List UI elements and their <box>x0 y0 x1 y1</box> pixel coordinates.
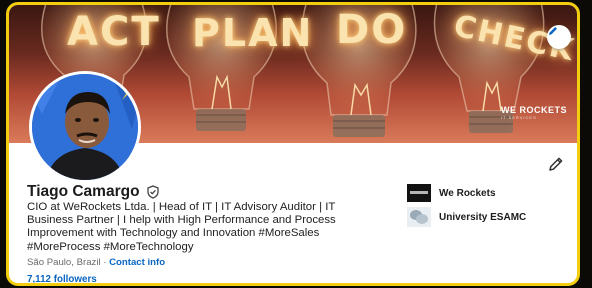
edit-profile-button[interactable] <box>547 155 567 175</box>
location-separator: · <box>100 257 110 268</box>
university-logo-icon <box>407 207 431 227</box>
org-university-esamc[interactable]: University ESAMC <box>407 207 526 227</box>
banner-logo-subtext: IT SERVICES <box>500 115 537 120</box>
banner-word-do: DO <box>336 7 408 53</box>
location-text: São Paulo, Brazil <box>27 257 101 268</box>
banner-logo: WE ROCKETS IT SERVICES <box>501 105 567 120</box>
followers-link[interactable]: 7,112 followers <box>27 274 97 283</box>
university-logo <box>407 207 431 227</box>
shield-check-icon[interactable] <box>146 185 160 199</box>
avatar-photo <box>32 74 138 180</box>
profile-name: Tiago Camargo <box>27 183 140 200</box>
we-rockets-logo-icon <box>407 184 431 202</box>
org-name: We Rockets <box>439 187 496 199</box>
we-rockets-logo <box>407 183 431 203</box>
contact-info-link[interactable]: Contact info <box>109 257 165 268</box>
banner-word-plan: PLAN <box>192 11 314 55</box>
pencil-icon <box>549 27 557 35</box>
org-name: University ESAMC <box>439 211 527 223</box>
banner-word-act: ACT <box>67 9 161 55</box>
name-row: Tiago Camargo <box>27 183 160 201</box>
banner-logo-text: WE ROCKETS <box>500 105 567 115</box>
edit-banner-button[interactable] <box>547 25 571 49</box>
avatar[interactable] <box>29 71 141 183</box>
location-row: São Paulo, Brazil · Contact info <box>27 257 165 268</box>
person-portrait-icon <box>32 74 138 180</box>
pencil-icon <box>549 157 563 171</box>
profile-card: ACT PLAN DO CHECK WE ROCKETS IT SERVICES <box>6 2 580 286</box>
org-we-rockets[interactable]: We Rockets <box>407 183 496 203</box>
profile-headline: CIO at WeRockets Ltda. | Head of IT | IT… <box>27 201 336 253</box>
